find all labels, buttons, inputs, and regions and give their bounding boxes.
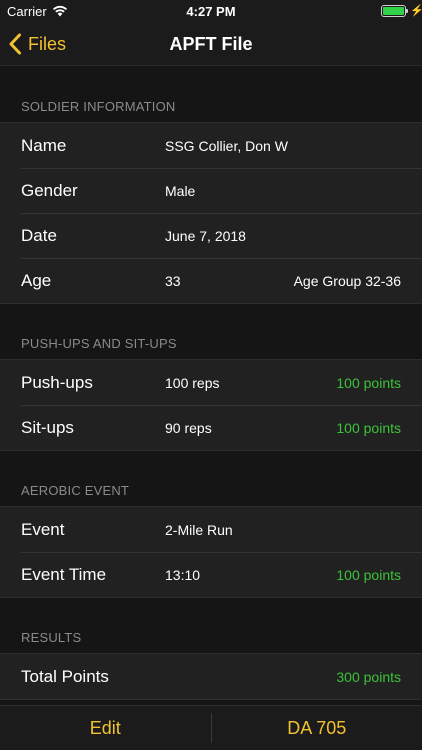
pushups-situps-group: Push-ups 100 reps 100 points Sit-ups 90 … bbox=[0, 359, 422, 451]
event-label: Event bbox=[21, 519, 65, 539]
situps-row[interactable]: Sit-ups 90 reps 100 points bbox=[0, 405, 422, 450]
age-row[interactable]: Age 33 Age Group 32-36 bbox=[0, 258, 422, 303]
situps-points: 100 points bbox=[336, 419, 401, 436]
pushups-reps: 100 reps bbox=[165, 374, 220, 391]
section-header-results: RESULTS bbox=[21, 630, 82, 645]
back-button[interactable]: Files bbox=[8, 22, 66, 66]
event-row[interactable]: Event 2-Mile Run bbox=[0, 507, 422, 552]
battery-icon bbox=[381, 5, 406, 17]
edit-button[interactable]: Edit bbox=[0, 706, 211, 750]
section-header-aerobic: AEROBIC EVENT bbox=[21, 483, 130, 498]
back-button-label: Files bbox=[28, 33, 67, 54]
status-bar: Carrier 4:27 PM ⚡ bbox=[0, 0, 422, 22]
results-group: Total Points 300 points bbox=[0, 653, 422, 700]
event-value: 2-Mile Run bbox=[165, 521, 233, 538]
pushups-row[interactable]: Push-ups 100 reps 100 points bbox=[0, 360, 422, 405]
bottom-toolbar: Edit DA 705 bbox=[0, 705, 422, 750]
apft-details-list[interactable]: SOLDIER INFORMATION Name SSG Collier, Do… bbox=[0, 67, 422, 705]
event-time-label: Event Time bbox=[21, 564, 107, 584]
event-time-points: 100 points bbox=[336, 566, 401, 583]
name-row[interactable]: Name SSG Collier, Don W bbox=[0, 123, 422, 168]
status-time: 4:27 PM bbox=[186, 4, 236, 19]
total-points-label: Total Points bbox=[21, 666, 109, 686]
situps-reps: 90 reps bbox=[165, 419, 212, 436]
gender-row[interactable]: Gender Male bbox=[0, 168, 422, 213]
pushups-points: 100 points bbox=[336, 374, 401, 391]
name-label: Name bbox=[21, 135, 67, 155]
event-time-row[interactable]: Event Time 13:10 100 points bbox=[0, 552, 422, 597]
aerobic-event-group: Event 2-Mile Run Event Time 13:10 100 po… bbox=[0, 506, 422, 598]
age-label: Age bbox=[21, 270, 52, 290]
situps-label: Sit-ups bbox=[21, 417, 74, 437]
navigation-bar: APFT File Files bbox=[0, 22, 422, 66]
name-value: SSG Collier, Don W bbox=[165, 137, 288, 154]
age-group-value: Age Group 32-36 bbox=[293, 272, 401, 289]
charging-bolt-icon: ⚡ bbox=[410, 5, 422, 17]
date-value: June 7, 2018 bbox=[165, 227, 246, 244]
section-header-pushups-situps: PUSH-UPS AND SIT-UPS bbox=[21, 336, 177, 351]
da705-button[interactable]: DA 705 bbox=[212, 706, 422, 750]
date-row[interactable]: Date June 7, 2018 bbox=[0, 213, 422, 258]
gender-label: Gender bbox=[21, 180, 78, 200]
battery-tip bbox=[406, 9, 408, 13]
total-points-row[interactable]: Total Points 300 points bbox=[0, 654, 422, 699]
pushups-label: Push-ups bbox=[21, 372, 93, 392]
date-label: Date bbox=[21, 225, 57, 245]
event-time-value: 13:10 bbox=[165, 566, 201, 583]
soldier-info-group: Name SSG Collier, Don W Gender Male Date… bbox=[0, 122, 422, 304]
gender-value: Male bbox=[165, 182, 196, 199]
chevron-left-icon bbox=[9, 33, 21, 55]
battery-fill bbox=[383, 7, 404, 15]
section-header-soldier: SOLDIER INFORMATION bbox=[21, 99, 176, 114]
total-points-value: 300 points bbox=[336, 668, 401, 685]
age-value: 33 bbox=[165, 272, 181, 289]
